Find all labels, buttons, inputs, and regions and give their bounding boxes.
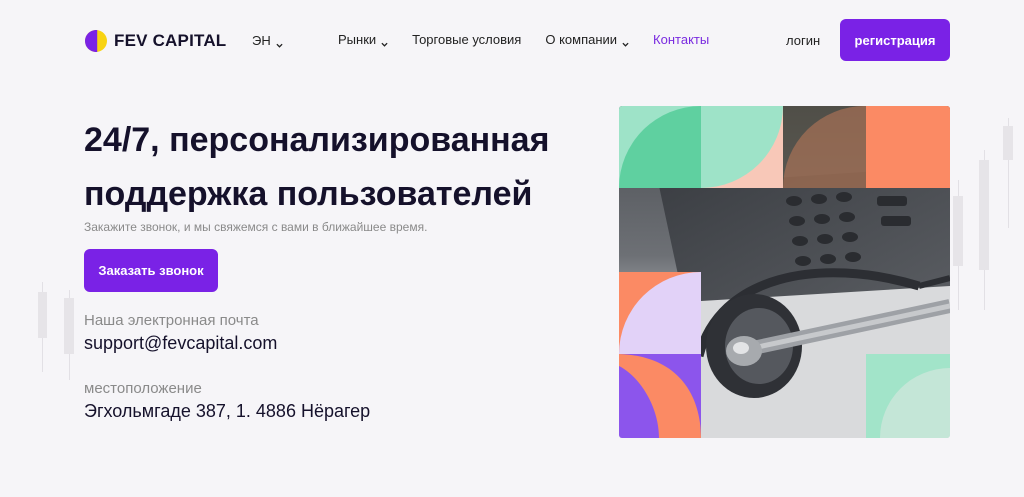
- location-label: местоположение: [84, 380, 202, 397]
- page-subtitle: Закажите звонок, и мы свяжемся с вами в …: [84, 220, 428, 234]
- page-title: 24/7, персонализированная поддержка поль…: [84, 113, 604, 221]
- email-link[interactable]: support@fevcapital.com: [84, 333, 277, 354]
- site-header: FEV CAPITAL ЭН Рынки Торговые условия О …: [0, 0, 1024, 82]
- nav-item-about[interactable]: О компании: [545, 32, 629, 47]
- request-call-button[interactable]: Заказать звонок: [84, 249, 218, 292]
- nav-item-contacts[interactable]: Контакты: [653, 32, 709, 47]
- chevron-down-icon: [276, 37, 283, 48]
- nav-label: Контакты: [653, 32, 710, 47]
- email-label: Наша электронная почта: [84, 312, 259, 329]
- nav-item-trading-conditions[interactable]: Торговые условия: [412, 32, 521, 47]
- language-selector[interactable]: ЭН: [252, 33, 283, 48]
- brand-logo[interactable]: FEV CAPITAL: [84, 28, 226, 54]
- nav-label: Торговые условия: [412, 32, 522, 47]
- main-nav: Рынки Торговые условия О компании Контак…: [338, 32, 733, 47]
- location-value: Эгхольмгаде 387, 1. 4886 Нёрагер: [84, 401, 371, 421]
- nav-label: Рынки: [338, 32, 377, 47]
- chevron-down-icon: [622, 36, 629, 47]
- register-button[interactable]: регистрация: [840, 19, 950, 61]
- chevron-down-icon: [381, 36, 388, 47]
- page-title-line-1: 24/7, персонализированная: [84, 121, 550, 159]
- logo-icon: [84, 29, 108, 53]
- support-headset-image: [619, 106, 950, 438]
- nav-item-markets[interactable]: Рынки: [338, 32, 388, 47]
- login-link[interactable]: логин: [786, 33, 820, 48]
- page-title-line-2: поддержка пользователей: [84, 175, 533, 213]
- brand-name: FEV CAPITAL: [114, 31, 227, 50]
- language-label: ЭН: [252, 33, 271, 48]
- nav-label: О компании: [545, 32, 618, 47]
